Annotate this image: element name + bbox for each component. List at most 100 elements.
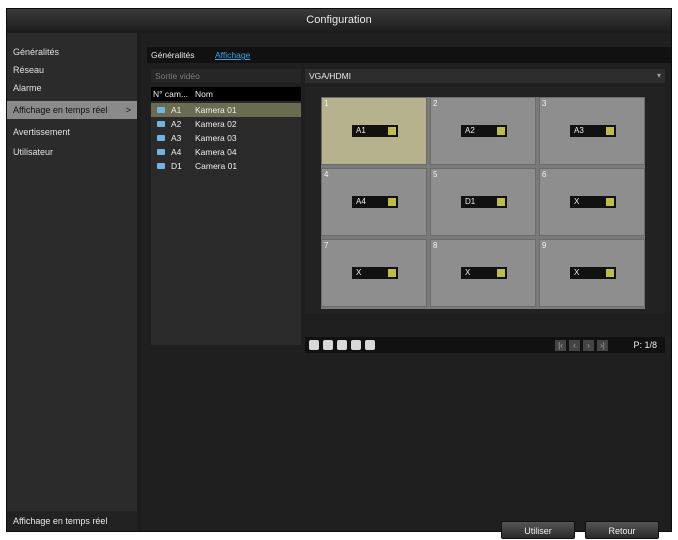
dropdown-icon: [388, 127, 396, 135]
chevron-right-icon: >: [125, 105, 131, 115]
camera-name: Camera 01: [195, 161, 238, 171]
dropdown-icon: [606, 269, 614, 277]
cell-camera-value: X: [356, 268, 362, 277]
content-panel: Généralités Affichage Sortie vidéo VGA/H…: [141, 33, 671, 539]
column-header-name[interactable]: Nom: [195, 87, 213, 101]
dropdown-icon: [497, 198, 505, 206]
tab-bar: Généralités Affichage: [147, 47, 671, 63]
camera-id: A3: [171, 133, 182, 143]
cell-number: 8: [433, 241, 438, 250]
cell-camera-value: D1: [465, 197, 476, 206]
table-row[interactable]: A4 Kamera 04: [151, 145, 301, 159]
camera-icon: [157, 107, 165, 113]
cell-camera-value: A2: [465, 126, 475, 135]
layout-2x2-icon[interactable]: [323, 340, 333, 350]
last-page-icon[interactable]: ›|: [597, 340, 608, 351]
cell-camera-select[interactable]: X: [461, 267, 507, 279]
cell-number: 2: [433, 99, 438, 108]
cell-camera-select[interactable]: X: [570, 196, 616, 208]
chevron-down-icon: ▾: [656, 71, 661, 80]
sidebar: Généralités Réseau Alarme Affichage en t…: [7, 33, 137, 531]
column-header-camera-number[interactable]: N° cam...: [153, 87, 188, 101]
cell-camera-value: X: [465, 268, 471, 277]
dropdown-icon: [606, 198, 614, 206]
dropdown-icon: [497, 269, 505, 277]
camera-layout-grid: 1 A1 2 A2 3 A3 4 A4 5 D1 6 X 7 X 8 X 9 X: [321, 97, 645, 309]
layout-cell[interactable]: 8 X: [430, 239, 536, 307]
dropdown-icon: [606, 127, 614, 135]
video-output-select[interactable]: VGA/HDMI ▾: [305, 69, 665, 83]
layout-toolbar: |‹ ‹ › ›| P: 1/8: [305, 337, 665, 353]
cell-camera-value: A4: [356, 197, 366, 206]
cell-camera-select[interactable]: D1: [461, 196, 507, 208]
camera-id: A4: [171, 147, 182, 157]
previous-page-icon[interactable]: ‹: [569, 340, 580, 351]
window-title: Configuration: [7, 9, 671, 31]
camera-id: D1: [171, 161, 182, 171]
layout-1plus7-icon[interactable]: [351, 340, 361, 350]
apply-button[interactable]: Utiliser: [501, 521, 575, 539]
layout-cell[interactable]: 6 X: [539, 168, 645, 236]
cell-camera-value: X: [574, 268, 580, 277]
layout-cell[interactable]: 1 A1: [321, 97, 427, 165]
cell-camera-select[interactable]: A1: [352, 125, 398, 137]
sidebar-item-affichage-temps-reel[interactable]: Affichage en temps réel >: [7, 101, 137, 119]
layout-1x1-icon[interactable]: [309, 340, 319, 350]
video-output-label: Sortie vidéo: [151, 69, 301, 83]
cell-number: 1: [324, 99, 329, 108]
cell-number: 6: [542, 170, 547, 179]
sidebar-item-alarme[interactable]: Alarme: [7, 79, 137, 97]
camera-name: Kamera 02: [195, 119, 237, 129]
table-row[interactable]: D1 Camera 01: [151, 159, 301, 173]
table-row[interactable]: A2 Kamera 02: [151, 117, 301, 131]
layout-cell[interactable]: 3 A3: [539, 97, 645, 165]
sidebar-item-avertissement[interactable]: Avertissement: [7, 123, 137, 141]
sidebar-item-label: Affichage en temps réel: [13, 105, 108, 115]
cell-number: 4: [324, 170, 329, 179]
cell-camera-value: X: [574, 197, 580, 206]
next-page-icon[interactable]: ›: [583, 340, 594, 351]
cell-number: 9: [542, 241, 547, 250]
layout-cell[interactable]: 2 A2: [430, 97, 536, 165]
table-row[interactable]: A3 Kamera 03: [151, 131, 301, 145]
cell-number: 3: [542, 99, 547, 108]
camera-name: Kamera 04: [195, 147, 237, 157]
back-button[interactable]: Retour: [585, 521, 659, 539]
layout-1plus5-icon[interactable]: [337, 340, 347, 350]
camera-id: A1: [171, 105, 182, 115]
cell-number: 7: [324, 241, 329, 250]
first-page-icon[interactable]: |‹: [555, 340, 566, 351]
cell-camera-value: A3: [574, 126, 584, 135]
layout-cell[interactable]: 9 X: [539, 239, 645, 307]
sidebar-bottom-live-view[interactable]: Affichage en temps réel: [7, 511, 137, 531]
cell-camera-select[interactable]: X: [570, 267, 616, 279]
dropdown-icon: [388, 269, 396, 277]
layout-cell[interactable]: 4 A4: [321, 168, 427, 236]
cell-camera-value: A1: [356, 126, 366, 135]
layout-cell[interactable]: 5 D1: [430, 168, 536, 236]
cell-camera-select[interactable]: A2: [461, 125, 507, 137]
camera-name: Kamera 03: [195, 133, 237, 143]
sidebar-item-generalites[interactable]: Généralités: [7, 43, 137, 61]
camera-icon: [157, 163, 165, 169]
camera-icon: [157, 149, 165, 155]
tab-generalites[interactable]: Généralités: [151, 47, 194, 63]
camera-name: Kamera 01: [195, 105, 237, 115]
cell-number: 5: [433, 170, 438, 179]
tab-affichage[interactable]: Affichage: [215, 47, 250, 63]
cell-camera-select[interactable]: A4: [352, 196, 398, 208]
layout-3x3-icon[interactable]: [365, 340, 375, 350]
table-header: N° cam... Nom: [151, 87, 301, 101]
dropdown-icon: [497, 127, 505, 135]
sidebar-item-reseau[interactable]: Réseau: [7, 61, 137, 79]
table-row[interactable]: A1 Kamera 01: [151, 103, 301, 117]
sidebar-item-utilisateur[interactable]: Utilisateur: [7, 143, 137, 161]
camera-table: N° cam... Nom A1 Kamera 01 A2 Kamera 02 …: [151, 87, 301, 345]
dropdown-icon: [388, 198, 396, 206]
layout-cell[interactable]: 7 X: [321, 239, 427, 307]
camera-icon: [157, 135, 165, 141]
cell-camera-select[interactable]: X: [352, 267, 398, 279]
video-output-value: VGA/HDMI: [309, 71, 352, 81]
configuration-window: Configuration Généralités Réseau Alarme …: [6, 8, 672, 539]
cell-camera-select[interactable]: A3: [570, 125, 616, 137]
